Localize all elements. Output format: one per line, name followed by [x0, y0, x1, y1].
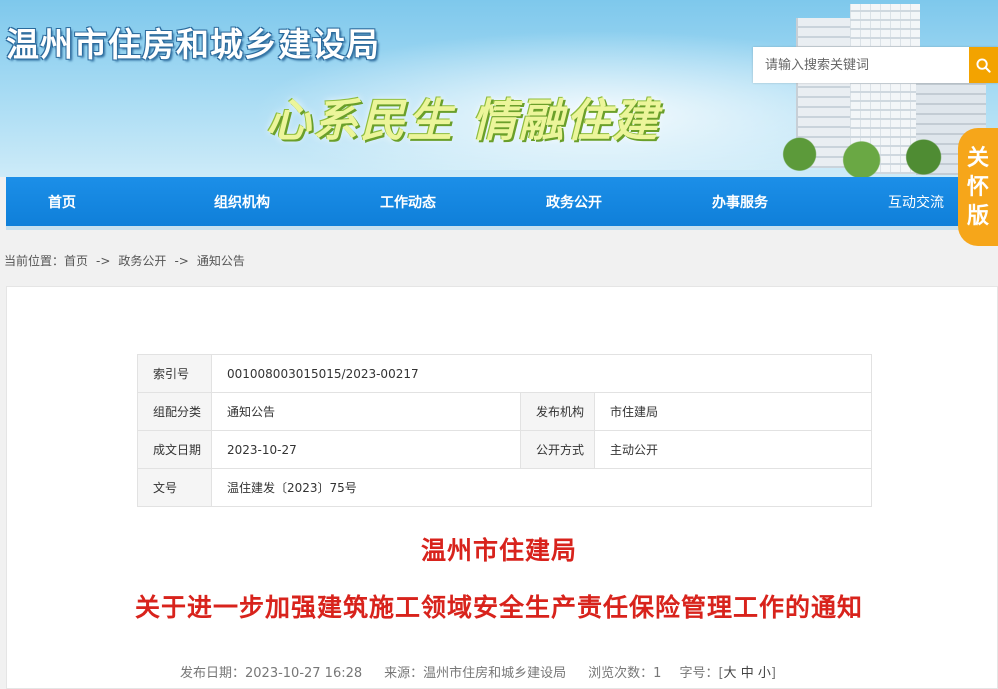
font-size-small-button[interactable]: 小: [758, 666, 771, 681]
main-nav: 首页 组织机构 工作动态 政务公开 办事服务 互动交流: [6, 177, 998, 226]
meta-open-value: 主动公开: [594, 430, 872, 469]
breadcrumb-notices[interactable]: 通知公告: [197, 254, 245, 268]
breadcrumb: 当前位置：首页 -> 政务公开 -> 通知公告: [4, 252, 245, 269]
care-mode-char: 关: [966, 145, 989, 171]
article-info-bar: 发布日期：2023-10-27 16:28 来源：温州市住房和城乡建设局 浏览次数：…: [180, 662, 776, 681]
meta-index-label: 索引号: [137, 354, 212, 393]
nav-item-organization[interactable]: 组织机构: [214, 177, 270, 226]
search-box: [753, 47, 998, 83]
meta-docno-label: 文号: [137, 468, 212, 507]
meta-date-value: 2023-10-27: [211, 430, 521, 469]
nav-divider: [6, 226, 998, 230]
publish-date: 发布日期：2023-10-27 16:28: [180, 666, 363, 681]
care-mode-char: 版: [966, 203, 989, 229]
nav-item-home[interactable]: 首页: [48, 177, 76, 226]
article-title-line2: 关于进一步加强建筑施工领域安全生产责任保险管理工作的通知: [134, 593, 863, 622]
slogan: 心系民生 情融住建: [266, 94, 660, 147]
meta-category-label: 组配分类: [137, 392, 212, 431]
meta-publisher-label: 发布机构: [520, 392, 595, 431]
view-count: 浏览次数：1: [588, 666, 662, 681]
meta-index-value: 001008003015015/2023-00217: [211, 354, 872, 393]
document-meta-table: 索引号 001008003015015/2023-00217 组配分类 通知公告…: [137, 354, 872, 507]
site-header: 温州市住房和城乡建设局 心系民生 情融住建: [0, 0, 998, 177]
nav-item-services[interactable]: 办事服务: [712, 177, 768, 226]
font-size-large-button[interactable]: 大: [724, 666, 737, 681]
breadcrumb-government-affairs[interactable]: 政务公开: [118, 254, 166, 268]
meta-category-value: 通知公告: [211, 392, 521, 431]
search-input[interactable]: [753, 47, 953, 83]
breadcrumb-separator: ->: [96, 254, 111, 268]
meta-publisher-value: 市住建局: [594, 392, 872, 431]
font-size-close: ]: [770, 666, 776, 681]
breadcrumb-prefix: 当前位置：: [4, 254, 65, 268]
breadcrumb-separator: ->: [174, 254, 189, 268]
nav-item-government-affairs[interactable]: 政务公开: [546, 177, 602, 226]
article-source: 来源：温州市住房和城乡建设局: [384, 666, 567, 681]
search-button[interactable]: [969, 47, 998, 83]
site-title[interactable]: 温州市住房和城乡建设局: [6, 18, 380, 66]
care-mode-char: 怀: [966, 174, 989, 200]
meta-date-label: 成文日期: [137, 430, 212, 469]
search-icon: [976, 57, 991, 73]
font-size-label: 字号：[: [679, 666, 724, 681]
nav-item-work-news[interactable]: 工作动态: [380, 177, 436, 226]
article-title-line1: 温州市住建局: [420, 536, 577, 565]
font-size-medium-button[interactable]: 中: [741, 666, 754, 681]
care-mode-button[interactable]: 关 怀 版: [958, 128, 998, 246]
meta-open-label: 公开方式: [520, 430, 595, 469]
nav-item-interaction[interactable]: 互动交流: [888, 177, 944, 226]
meta-docno-value: 温住建发〔2023〕75号: [211, 468, 872, 507]
breadcrumb-home[interactable]: 首页: [64, 254, 88, 268]
